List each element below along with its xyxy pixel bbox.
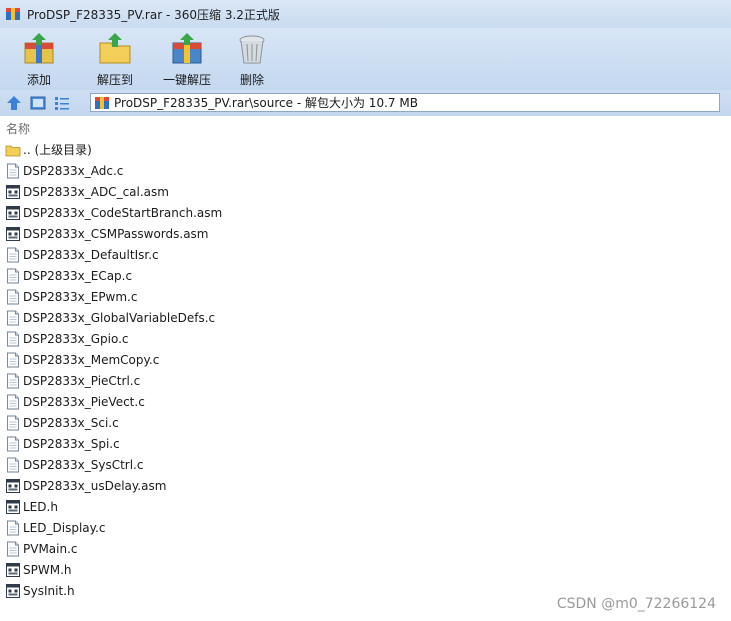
c-source-file-icon xyxy=(7,247,19,262)
file-name: DSP2833x_ADC_cal.asm xyxy=(23,184,169,199)
asm-file-icon xyxy=(6,205,20,220)
file-name: DSP2833x_ECap.c xyxy=(23,268,133,283)
file-list: .. (上级目录) DSP2833x_Adc.c DSP2833x_ADC_cal… xyxy=(0,139,731,601)
file-row[interactable]: DSP2833x_SysCtrl.c xyxy=(0,454,731,475)
file-row[interactable]: DSP2833x_Spi.c xyxy=(0,433,731,454)
file-row[interactable]: PVMain.c xyxy=(0,538,731,559)
arrow-up-icon xyxy=(7,96,21,110)
file-row[interactable]: DSP2833x_MemCopy.c xyxy=(0,349,731,370)
file-row[interactable]: DSP2833x_GlobalVariableDefs.c xyxy=(0,307,731,328)
window-title: ProDSP_F28335_PV.rar - 360压缩 3.2正式版 xyxy=(27,7,280,22)
c-source-file-icon xyxy=(7,268,19,283)
file-name: DSP2833x_Spi.c xyxy=(23,436,120,451)
delete-button-label: 删除 xyxy=(239,73,264,87)
file-row[interactable]: DSP2833x_ADC_cal.asm xyxy=(0,181,731,202)
file-row[interactable]: DSP2833x_DefaultIsr.c xyxy=(0,244,731,265)
folder-icon xyxy=(5,145,21,156)
c-source-file-icon xyxy=(7,352,19,367)
c-source-file-icon xyxy=(7,289,19,304)
name-column-label: 名称 xyxy=(6,121,31,136)
add-button-label: 添加 xyxy=(26,73,51,87)
header-file-icon xyxy=(6,562,20,577)
address-bar: ProDSP_F28335_PV.rar\source - 解包大小为 10.7… xyxy=(0,90,731,116)
file-row[interactable]: DSP2833x_CodeStartBranch.asm xyxy=(0,202,731,223)
c-source-file-icon xyxy=(7,415,19,430)
file-name: DSP2833x_GlobalVariableDefs.c xyxy=(23,310,216,325)
file-name: DSP2833x_MemCopy.c xyxy=(23,352,160,367)
file-name: DSP2833x_DefaultIsr.c xyxy=(23,247,159,262)
c-source-file-icon xyxy=(7,310,19,325)
delete-button[interactable]: 删除 xyxy=(232,28,272,90)
file-name: DSP2833x_Adc.c xyxy=(23,163,124,178)
file-name: DSP2833x_CSMPasswords.asm xyxy=(23,226,209,241)
file-name: DSP2833x_EPwm.c xyxy=(23,289,138,304)
c-source-file-icon xyxy=(7,436,19,451)
large-icon-view-icon xyxy=(30,96,46,110)
header-file-icon xyxy=(6,583,20,598)
header-file-icon xyxy=(6,499,20,514)
file-row[interactable]: DSP2833x_PieCtrl.c xyxy=(0,370,731,391)
parent-directory-label: .. (上级目录) xyxy=(23,143,92,157)
file-row[interactable]: DSP2833x_ECap.c xyxy=(0,265,731,286)
one-click-extract-label: 一键解压 xyxy=(162,73,211,87)
archive-app-icon xyxy=(6,8,20,20)
name-column-header[interactable]: 名称 xyxy=(0,118,731,138)
file-name: LED_Display.c xyxy=(23,520,106,535)
c-source-file-icon xyxy=(7,373,19,388)
one-click-extract-icon xyxy=(172,33,202,64)
file-row[interactable]: DSP2833x_usDelay.asm xyxy=(0,475,731,496)
rar-archive-icon xyxy=(95,96,109,109)
file-row[interactable]: DSP2833x_CSMPasswords.asm xyxy=(0,223,731,244)
extract-to-label: 解压到 xyxy=(96,73,133,87)
extract-to-button[interactable]: 解压到 xyxy=(89,28,141,90)
up-level-button[interactable] xyxy=(4,93,24,113)
file-row[interactable]: LED_Display.c xyxy=(0,517,731,538)
parent-directory-row[interactable]: .. (上级目录) xyxy=(0,139,731,160)
address-path-field[interactable]: ProDSP_F28335_PV.rar\source - 解包大小为 10.7… xyxy=(90,93,720,112)
file-name: SPWM.h xyxy=(23,562,72,577)
address-path-text: ProDSP_F28335_PV.rar\source - 解包大小为 10.7… xyxy=(114,96,418,110)
extract-to-icon xyxy=(99,33,131,64)
title-bar: ProDSP_F28335_PV.rar - 360压缩 3.2正式版 xyxy=(0,0,731,28)
file-name: DSP2833x_SysCtrl.c xyxy=(23,457,144,472)
one-click-extract-button[interactable]: 一键解压 xyxy=(156,28,218,90)
add-button[interactable]: 添加 xyxy=(19,28,59,90)
file-name: DSP2833x_CodeStartBranch.asm xyxy=(23,205,223,220)
file-name: LED.h xyxy=(23,499,58,514)
asm-file-icon xyxy=(6,478,20,493)
file-name: SysInit.h xyxy=(23,583,75,598)
file-row[interactable]: LED.h xyxy=(0,496,731,517)
file-name: DSP2833x_Gpio.c xyxy=(23,331,129,346)
c-source-file-icon xyxy=(7,331,19,346)
list-view-button[interactable] xyxy=(52,93,72,113)
list-view-icon xyxy=(55,97,69,110)
delete-icon xyxy=(239,35,265,64)
file-name: DSP2833x_PieVect.c xyxy=(23,394,145,409)
asm-file-icon xyxy=(6,226,20,241)
icon-view-button[interactable] xyxy=(28,93,48,113)
file-name: DSP2833x_PieCtrl.c xyxy=(23,373,141,388)
file-name: DSP2833x_Sci.c xyxy=(23,415,119,430)
c-source-file-icon xyxy=(7,163,19,178)
c-source-file-icon xyxy=(7,394,19,409)
file-row[interactable]: DSP2833x_Sci.c xyxy=(0,412,731,433)
watermark-text: CSDN @m0_72266124 xyxy=(556,596,716,612)
add-archive-icon xyxy=(24,33,54,64)
file-name: PVMain.c xyxy=(23,541,78,556)
asm-file-icon xyxy=(6,184,20,199)
file-name: DSP2833x_usDelay.asm xyxy=(23,478,167,493)
file-row[interactable]: DSP2833x_PieVect.c xyxy=(0,391,731,412)
file-row[interactable]: DSP2833x_Adc.c xyxy=(0,160,731,181)
file-row[interactable]: DSP2833x_Gpio.c xyxy=(0,328,731,349)
c-source-file-icon xyxy=(7,520,19,535)
main-toolbar: 添加 解压到 一键解压 删除 xyxy=(0,28,731,90)
c-source-file-icon xyxy=(7,457,19,472)
c-source-file-icon xyxy=(7,541,19,556)
file-row[interactable]: SPWM.h xyxy=(0,559,731,580)
file-row[interactable]: DSP2833x_EPwm.c xyxy=(0,286,731,307)
